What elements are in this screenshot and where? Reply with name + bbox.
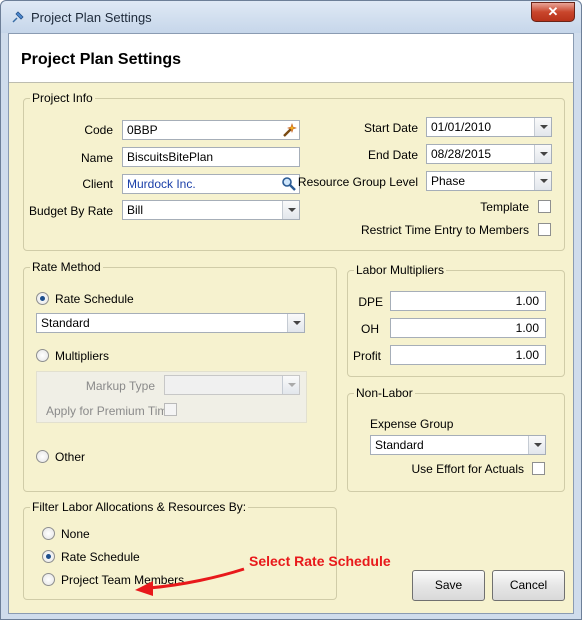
filter-title: Filter Labor Allocations & Resources By: bbox=[30, 500, 249, 514]
end-date-picker[interactable]: 08/28/2015 bbox=[426, 144, 552, 164]
start-date-picker[interactable]: 01/01/2010 bbox=[426, 117, 552, 137]
code-label: Code bbox=[84, 123, 113, 137]
rate-schedule-select[interactable]: Standard bbox=[36, 313, 305, 333]
filter-rate-schedule-label[interactable]: Rate Schedule bbox=[61, 550, 140, 564]
markup-type-select[interactable] bbox=[164, 375, 300, 395]
dialog-content: Project Plan Settings Project Info Code … bbox=[8, 33, 574, 614]
resource-group-level-select[interactable]: Phase bbox=[426, 171, 552, 191]
use-effort-checkbox[interactable] bbox=[532, 462, 545, 475]
name-label: Name bbox=[80, 151, 113, 165]
profit-label: Profit bbox=[352, 349, 381, 363]
annotation-arrow bbox=[135, 567, 245, 596]
oh-field[interactable]: 1.00 bbox=[390, 318, 546, 338]
client-value[interactable]: Murdock Inc. bbox=[127, 177, 196, 191]
code-field[interactable]: 0BBP bbox=[122, 120, 300, 140]
settings-body: Project Info Code 0BBP Name BiscuitsBite… bbox=[9, 82, 573, 613]
restrict-time-entry-checkbox[interactable] bbox=[538, 223, 551, 236]
expense-group-label: Expense Group bbox=[370, 417, 454, 431]
rate-schedule-value: Standard bbox=[41, 316, 90, 330]
close-icon: ✕ bbox=[547, 4, 559, 19]
expense-group-value: Standard bbox=[375, 438, 424, 452]
dpe-label: DPE bbox=[358, 295, 383, 309]
start-date-value: 01/01/2010 bbox=[431, 120, 492, 134]
code-value: 0BBP bbox=[127, 123, 158, 137]
dpe-field[interactable]: 1.00 bbox=[390, 291, 546, 311]
chevron-down-icon[interactable] bbox=[534, 118, 551, 136]
end-date-value: 08/28/2015 bbox=[431, 147, 492, 161]
template-checkbox[interactable] bbox=[538, 200, 551, 213]
resource-group-level-value: Phase bbox=[431, 174, 466, 188]
project-info-title: Project Info bbox=[30, 91, 95, 105]
apply-premium-time-checkbox[interactable] bbox=[164, 403, 177, 416]
rate-schedule-radio[interactable] bbox=[36, 292, 49, 305]
profit-value: 1.00 bbox=[515, 348, 539, 362]
multipliers-radio[interactable] bbox=[36, 349, 49, 362]
name-value: BiscuitsBitePlan bbox=[127, 150, 214, 164]
dialog-window: Project Plan Settings ✕ Project Plan Set… bbox=[0, 0, 582, 620]
oh-label: OH bbox=[361, 322, 379, 336]
use-effort-label: Use Effort for Actuals bbox=[411, 462, 525, 476]
budget-by-rate-value: Bill bbox=[127, 203, 144, 217]
markup-type-label: Markup Type bbox=[85, 379, 155, 393]
name-field[interactable]: BiscuitsBitePlan bbox=[122, 147, 300, 167]
chevron-down-icon[interactable] bbox=[287, 314, 304, 332]
profit-field[interactable]: 1.00 bbox=[390, 345, 546, 365]
dialog-header: Project Plan Settings bbox=[9, 34, 573, 82]
restrict-time-entry-label: Restrict Time Entry to Members bbox=[360, 223, 529, 237]
dpe-value: 1.00 bbox=[515, 294, 539, 308]
start-date-label: Start Date bbox=[363, 121, 418, 135]
save-button[interactable]: Save bbox=[412, 570, 485, 601]
client-field[interactable]: Murdock Inc. bbox=[122, 174, 300, 194]
close-button[interactable]: ✕ bbox=[531, 2, 575, 22]
rate-schedule-label[interactable]: Rate Schedule bbox=[55, 292, 134, 306]
apply-premium-time-label: Apply for Premium Time bbox=[46, 404, 175, 418]
expense-group-select[interactable]: Standard bbox=[370, 435, 546, 455]
end-date-label: End Date bbox=[367, 148, 418, 162]
cancel-button[interactable]: Cancel bbox=[492, 570, 565, 601]
filter-rate-schedule-radio[interactable] bbox=[42, 550, 55, 563]
other-radio[interactable] bbox=[36, 450, 49, 463]
window-title: Project Plan Settings bbox=[31, 10, 152, 25]
filter-none-radio[interactable] bbox=[42, 527, 55, 540]
page-title: Project Plan Settings bbox=[21, 51, 182, 68]
oh-value: 1.00 bbox=[515, 321, 539, 335]
filter-none-label[interactable]: None bbox=[61, 527, 90, 541]
title-bar[interactable]: Project Plan Settings ✕ bbox=[1, 1, 581, 33]
multipliers-label[interactable]: Multipliers bbox=[55, 349, 109, 363]
labor-multipliers-title: Labor Multipliers bbox=[354, 263, 447, 277]
filter-project-team-radio[interactable] bbox=[42, 573, 55, 586]
resource-group-level-label: Resource Group Level bbox=[297, 175, 418, 189]
budget-by-rate-label: Budget By Rate bbox=[29, 204, 114, 218]
chevron-down-icon[interactable] bbox=[534, 172, 551, 190]
annotation-text: Select Rate Schedule bbox=[249, 553, 391, 569]
client-label: Client bbox=[82, 177, 113, 191]
chevron-down-icon[interactable] bbox=[534, 145, 551, 163]
chevron-down-icon[interactable] bbox=[282, 201, 299, 219]
other-label[interactable]: Other bbox=[55, 450, 85, 464]
template-label: Template bbox=[480, 200, 529, 214]
rate-method-title: Rate Method bbox=[30, 260, 103, 274]
budget-by-rate-select[interactable]: Bill bbox=[122, 200, 300, 220]
chevron-down-icon[interactable] bbox=[528, 436, 545, 454]
non-labor-title: Non-Labor bbox=[354, 386, 415, 400]
magic-wand-icon[interactable] bbox=[281, 122, 297, 138]
chevron-down-icon[interactable] bbox=[282, 376, 299, 394]
pin-icon bbox=[12, 11, 24, 23]
